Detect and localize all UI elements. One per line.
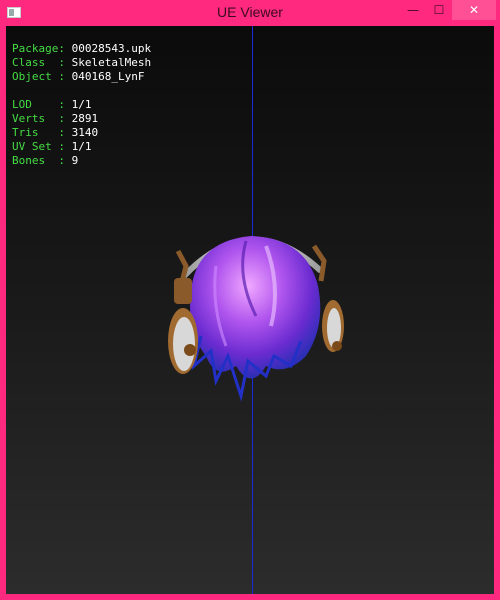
minimize-button[interactable]: — [400,0,426,20]
package-label: Package: [12,42,65,55]
object-row: Object : 040168_LynF [12,70,151,84]
tris-label: Tris : [12,126,65,139]
uvset-row: UV Set : 1/1 [12,140,151,154]
verts-row: Verts : 2891 [12,112,151,126]
tris-value: 3140 [71,126,99,139]
mesh-preview[interactable] [156,216,346,406]
class-row: Class : SkeletalMesh [12,56,151,70]
lod-value: 1/1 [71,98,92,111]
package-row: Package: 00028543.upk [12,42,151,56]
bones-label: Bones : [12,154,65,167]
class-label: Class : [12,56,65,69]
lod-row: LOD : 1/1 [12,98,151,112]
close-button[interactable]: ✕ [452,0,496,20]
app-window: UE Viewer — ☐ ✕ Package: 00028543.upk Cl… [0,0,500,600]
hair-shape [190,236,321,379]
verts-label: Verts : [12,112,65,125]
verts-value: 2891 [71,112,99,125]
object-label: Object : [12,70,65,83]
title-bar[interactable]: UE Viewer — ☐ ✕ [0,0,500,26]
uvset-label: UV Set : [12,140,65,153]
viewport[interactable]: Package: 00028543.upk Class : SkeletalMe… [6,26,494,594]
uvset-value: 1/1 [71,140,92,153]
object-value: 040168_LynF [71,70,145,83]
package-value: 00028543.upk [71,42,152,55]
lod-label: LOD : [12,98,65,111]
bones-value: 9 [71,154,79,167]
class-value: SkeletalMesh [71,56,152,69]
maximize-button[interactable]: ☐ [426,0,452,20]
tris-row: Tris : 3140 [12,126,151,140]
mesh-info-panel: Package: 00028543.upk Class : SkeletalMe… [12,42,151,168]
bones-row: Bones : 9 [12,154,151,168]
